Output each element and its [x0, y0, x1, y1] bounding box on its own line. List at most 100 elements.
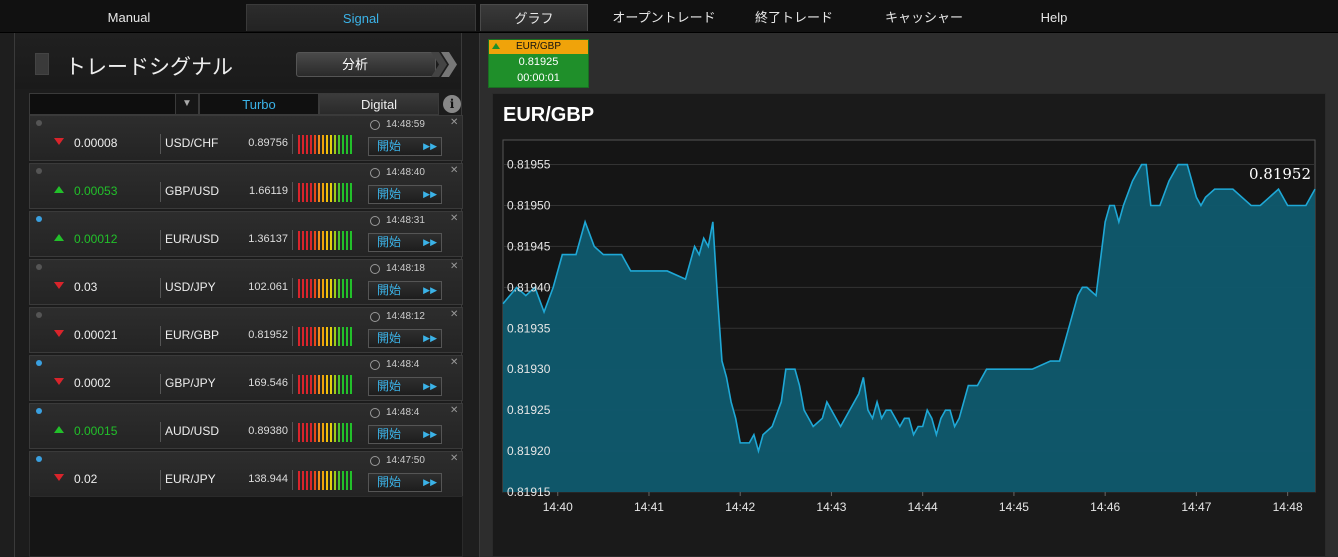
- info-icon[interactable]: i: [443, 95, 461, 113]
- tab-help[interactable]: Help: [1010, 4, 1098, 31]
- start-button-label: 開始: [377, 283, 402, 297]
- double-arrow-icon: ▶▶: [423, 333, 437, 343]
- start-button[interactable]: 開始 ▶▶: [368, 281, 442, 300]
- divider: [292, 326, 293, 346]
- panel-square-icon: [35, 53, 49, 75]
- signal-panel-header: トレードシグナル 分析: [15, 33, 461, 89]
- signal-time-label: 14:48:18: [386, 263, 425, 274]
- down-arrow-icon: [54, 330, 64, 337]
- start-button-label: 開始: [377, 427, 402, 441]
- y-tick-label: 0.81915: [507, 485, 551, 499]
- signal-price: 0.89380: [248, 425, 288, 437]
- start-button[interactable]: 開始 ▶▶: [368, 473, 442, 492]
- tab-closed-trades[interactable]: 終了トレード: [740, 4, 848, 31]
- signal-row: 0.00008 USD/CHF 0.89756 14:48:59 ✕ 開始 ▶▶: [29, 115, 463, 161]
- signal-time-label: 14:48:4: [386, 359, 420, 370]
- filter-tab-digital[interactable]: Digital: [319, 93, 439, 115]
- chevrons-right-icon: [431, 52, 457, 77]
- signal-time: 14:47:50: [370, 455, 430, 469]
- signal-row: 0.02 EUR/JPY 138.944 14:47:50 ✕ 開始 ▶▶: [29, 451, 463, 497]
- double-arrow-icon: ▶▶: [423, 285, 437, 295]
- signal-change: 0.00053: [74, 184, 118, 198]
- status-dot: [36, 264, 42, 270]
- close-icon[interactable]: ✕: [450, 165, 458, 176]
- up-arrow-icon: [54, 186, 64, 193]
- x-tick-label: 14:47: [1181, 500, 1211, 514]
- status-dot: [36, 312, 42, 318]
- graph-panel: EUR/GBP 0.81925 00:00:01 EUR/GBP 0.81915…: [479, 33, 1338, 557]
- close-icon[interactable]: ✕: [450, 453, 458, 464]
- close-icon[interactable]: ✕: [450, 405, 458, 416]
- top-nav: Manual Signal グラフ オープントレード 終了トレード キャッシャー…: [0, 0, 1338, 33]
- divider: [292, 470, 293, 490]
- y-tick-label: 0.81945: [507, 239, 551, 253]
- filter-tab-turbo[interactable]: Turbo: [199, 93, 319, 115]
- x-tick-label: 14:42: [725, 500, 755, 514]
- strength-meter: [298, 135, 354, 154]
- clock-icon: [370, 408, 380, 418]
- tab-manual[interactable]: Manual: [40, 4, 218, 31]
- analyze-button[interactable]: 分析: [296, 52, 436, 77]
- divider: [292, 182, 293, 202]
- double-arrow-icon: ▶▶: [423, 429, 437, 439]
- start-button-label: 開始: [377, 379, 402, 393]
- start-button-label: 開始: [377, 139, 402, 153]
- start-button[interactable]: 開始 ▶▶: [368, 137, 442, 156]
- signal-price: 102.061: [248, 281, 288, 293]
- close-icon[interactable]: ✕: [450, 357, 458, 368]
- divider: [292, 278, 293, 298]
- asset-select[interactable]: [29, 93, 179, 115]
- close-icon[interactable]: ✕: [450, 117, 458, 128]
- start-button-label: 開始: [377, 331, 402, 345]
- divider: [160, 374, 161, 394]
- down-arrow-icon: [54, 474, 64, 481]
- signal-pair: GBP/USD: [165, 184, 220, 198]
- signal-pair: AUD/USD: [165, 424, 220, 438]
- tab-open-trades[interactable]: オープントレード: [600, 4, 728, 31]
- up-arrow-icon: [54, 426, 64, 433]
- chevron-down-icon[interactable]: ▼: [175, 93, 199, 115]
- divider: [160, 422, 161, 442]
- signal-time-label: 14:48:4: [386, 407, 420, 418]
- signal-time-label: 14:48:12: [386, 311, 425, 322]
- signal-pair: EUR/JPY: [165, 472, 216, 486]
- tab-cashier[interactable]: キャッシャー: [870, 4, 978, 31]
- tab-signal[interactable]: Signal: [246, 4, 476, 31]
- start-button[interactable]: 開始 ▶▶: [368, 329, 442, 348]
- signal-time: 14:48:4: [370, 407, 430, 421]
- signal-pair: USD/CHF: [165, 136, 219, 150]
- y-tick-label: 0.81940: [507, 280, 551, 294]
- y-tick-label: 0.81955: [507, 158, 551, 172]
- divider: [292, 422, 293, 442]
- price-chart-svg: 0.81915 0.81920 0.81925 0.81930 0.81935 0.819…: [502, 139, 1316, 514]
- start-button[interactable]: 開始 ▶▶: [368, 425, 442, 444]
- start-button[interactable]: 開始 ▶▶: [368, 185, 442, 204]
- y-tick-label: 0.81920: [507, 444, 551, 458]
- start-button[interactable]: 開始 ▶▶: [368, 233, 442, 252]
- signal-time-label: 14:48:59: [386, 119, 425, 130]
- signal-change: 0.02: [74, 472, 98, 486]
- divider: [160, 134, 161, 154]
- x-tick-label: 14:45: [999, 500, 1029, 514]
- signal-time: 14:48:4: [370, 359, 430, 373]
- signal-change: 0.03: [74, 280, 98, 294]
- close-icon[interactable]: ✕: [450, 213, 458, 224]
- close-icon[interactable]: ✕: [450, 261, 458, 272]
- start-button-label: 開始: [377, 475, 402, 489]
- signal-price: 138.944: [248, 473, 288, 485]
- signal-change: 0.00008: [74, 136, 118, 150]
- divider: [160, 278, 161, 298]
- start-button[interactable]: 開始 ▶▶: [368, 377, 442, 396]
- strength-meter: [298, 423, 354, 442]
- signal-row: 0.00021 EUR/GBP 0.81952 14:48:12 ✕ 開始 ▶▶: [29, 307, 463, 353]
- close-icon[interactable]: ✕: [450, 309, 458, 320]
- status-dot: [36, 216, 42, 222]
- asset-ticker[interactable]: EUR/GBP 0.81925 00:00:01: [488, 39, 589, 88]
- signal-time: 14:48:31: [370, 215, 430, 229]
- status-dot: [36, 120, 42, 126]
- ticker-pair: EUR/GBP: [489, 40, 588, 54]
- signal-filter: ▼ Turbo Digital i: [29, 93, 463, 115]
- signal-time-label: 14:47:50: [386, 455, 425, 466]
- tab-graph[interactable]: グラフ: [480, 4, 588, 31]
- clock-icon: [370, 216, 380, 226]
